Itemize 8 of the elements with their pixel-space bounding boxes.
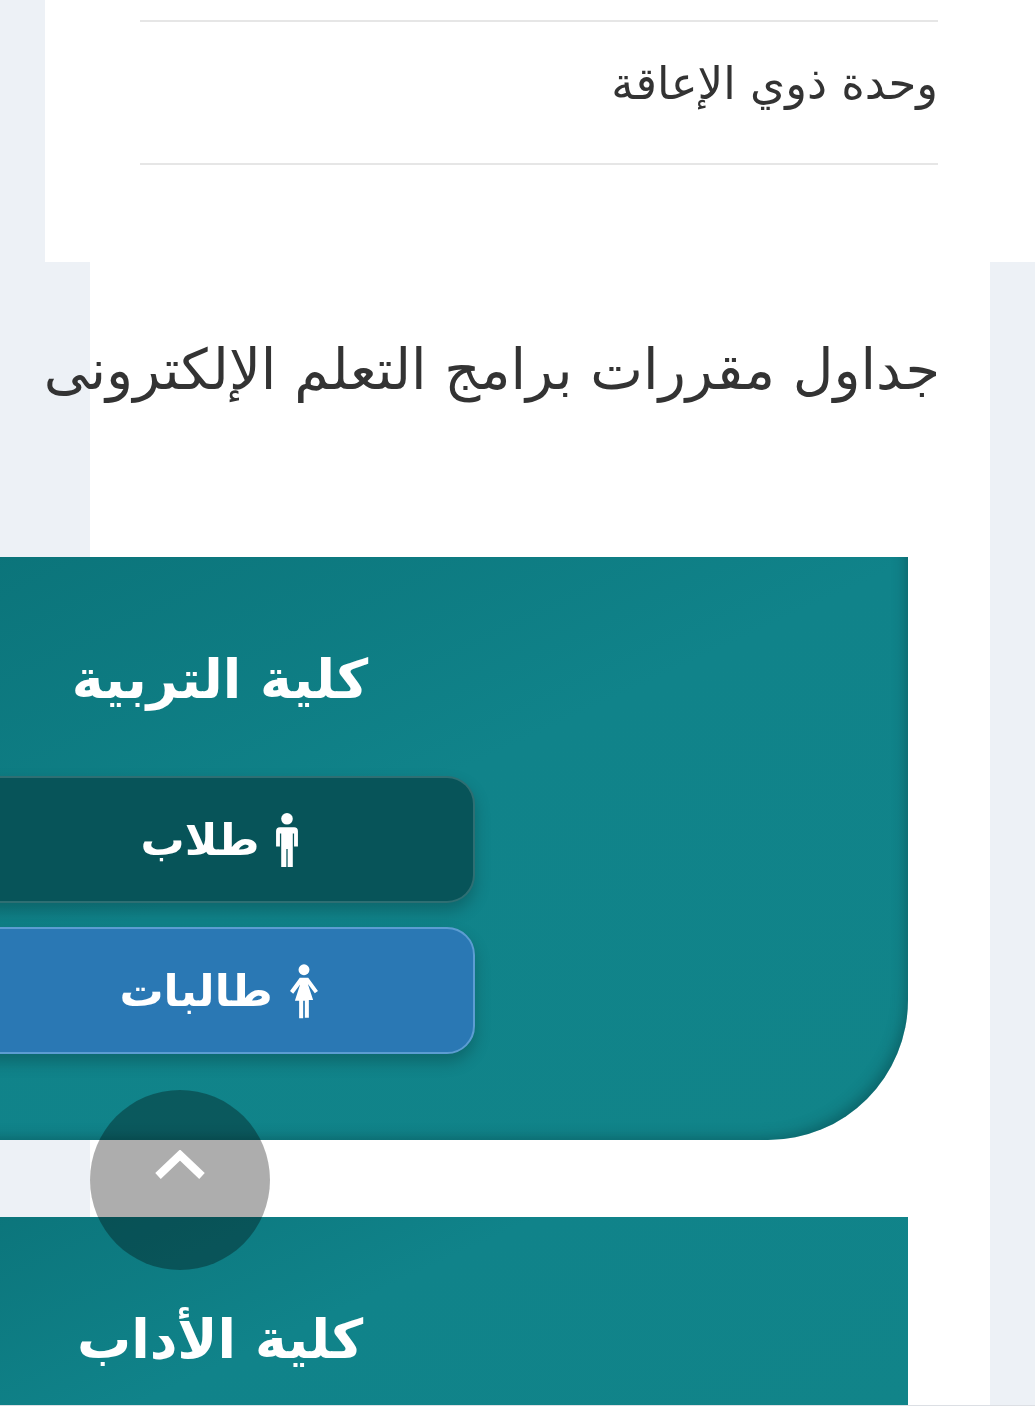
male-figure-icon	[273, 812, 300, 867]
menu-item[interactable]: وحدة ذوي الإعاقة	[611, 57, 938, 111]
college-title: كلية الأداب	[76, 1307, 364, 1372]
college-title: كلية التربية	[71, 647, 369, 712]
chevron-up-icon	[154, 1150, 206, 1180]
female-students-button[interactable]: طالبات	[0, 927, 475, 1054]
page-title: جداول مقررات برامج التعلم الإلكترونى	[43, 338, 940, 402]
male-students-button[interactable]: طلاب	[0, 776, 475, 903]
